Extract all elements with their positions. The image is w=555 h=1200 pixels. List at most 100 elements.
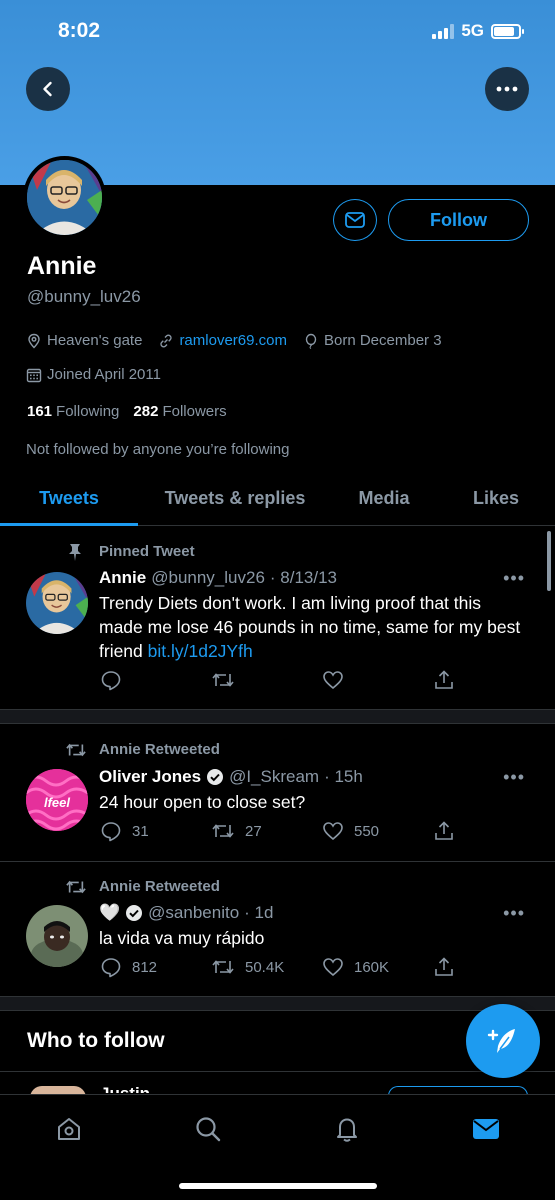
tweet-retweet-2[interactable]: Annie Retweeted 🤍 @sanbenito · 1d ••• la… xyxy=(0,862,555,997)
status-indicators: 5G xyxy=(432,21,524,41)
website[interactable]: ramlover69.com xyxy=(158,332,287,349)
reply-button[interactable] xyxy=(100,669,122,691)
tweet-link[interactable]: bit.ly/1d2JYfh xyxy=(148,641,253,661)
retweet-icon xyxy=(212,824,234,838)
follow-button[interactable]: Follow xyxy=(388,199,529,241)
mail-icon xyxy=(473,1119,499,1139)
nav-messages[interactable] xyxy=(466,1109,506,1149)
avatar-text: lfeel xyxy=(44,795,70,810)
tweet-text: Trendy Diets don't work. I am living pro… xyxy=(99,591,529,663)
avatar-photo xyxy=(27,160,102,235)
nav-home[interactable] xyxy=(49,1109,89,1149)
avatar-photo xyxy=(26,572,88,634)
location-text: Heaven's gate xyxy=(47,332,143,349)
nav-search[interactable] xyxy=(188,1109,228,1149)
tweet-context: Annie Retweeted xyxy=(99,878,220,895)
like-button[interactable]: 160K xyxy=(322,956,389,978)
compose-tweet-button[interactable] xyxy=(466,1004,540,1078)
nav-notifications[interactable] xyxy=(327,1109,367,1149)
reply-count: 812 xyxy=(132,958,158,976)
message-button[interactable] xyxy=(333,199,377,241)
tweet-avatar[interactable] xyxy=(26,905,88,967)
tweet-author[interactable]: 🤍 xyxy=(99,903,120,923)
following-count: 161 xyxy=(27,403,53,420)
heart-icon xyxy=(323,822,343,841)
joined: Joined April 2011 xyxy=(26,366,161,383)
more-options-button[interactable] xyxy=(485,67,529,111)
suggested-user-name[interactable]: Justin xyxy=(100,1085,160,1093)
tweet-text: 24 hour open to close set? xyxy=(99,792,306,812)
tab-likes[interactable]: Likes xyxy=(450,470,542,526)
retweet-button[interactable]: 50.4K xyxy=(211,956,284,978)
website-link[interactable]: ramlover69.com xyxy=(179,332,287,349)
reply-button[interactable]: 31 xyxy=(100,820,149,842)
back-button[interactable] xyxy=(26,67,70,111)
profile-avatar[interactable] xyxy=(23,156,106,239)
balloon-icon xyxy=(305,333,317,349)
birthday: Born December 3 xyxy=(303,332,442,349)
joined-text: Joined April 2011 xyxy=(47,366,161,383)
calendar-icon xyxy=(26,368,42,382)
like-button[interactable]: 550 xyxy=(322,820,379,842)
following-link[interactable]: 161 Following xyxy=(27,403,119,420)
share-button[interactable] xyxy=(433,956,455,978)
retweet-icon xyxy=(212,673,234,687)
tweet-time: · 8/13/13 xyxy=(269,568,338,587)
tab-tweets-replies[interactable]: Tweets & replies xyxy=(150,470,320,526)
tweet-header: Annie @bunny_luv26 · 8/13/13 xyxy=(99,568,337,588)
not-followed-text: Not followed by anyone you’re following xyxy=(26,441,290,458)
followers-count: 282 xyxy=(133,403,159,420)
tab-tweets[interactable]: Tweets xyxy=(0,470,138,526)
share-icon xyxy=(435,957,453,976)
tweet-more-icon[interactable]: ••• xyxy=(503,903,525,924)
tweet-author[interactable]: Oliver Jones xyxy=(99,767,201,787)
share-button[interactable] xyxy=(433,820,455,842)
who-to-follow-title: Who to follow xyxy=(27,1029,165,1052)
tweet-actions: 812 50.4K 160K xyxy=(100,956,460,980)
retweet-button[interactable]: 27 xyxy=(211,820,262,842)
tweet-avatar[interactable]: lfeel xyxy=(26,769,88,831)
followers-link[interactable]: 282 Followers xyxy=(133,403,226,420)
avatar-photo xyxy=(26,905,88,967)
reply-button[interactable]: 812 xyxy=(100,956,157,978)
share-button[interactable] xyxy=(433,669,455,691)
reply-icon xyxy=(101,671,121,691)
profile-name: Annie xyxy=(27,252,97,280)
compose-feather-icon xyxy=(487,1029,515,1053)
follow-stats: 161 Following 282 Followers xyxy=(27,403,227,420)
joined-row: Joined April 2011 xyxy=(26,366,161,383)
tweet-more-icon[interactable]: ••• xyxy=(503,568,525,589)
tweet-handle: @bunny_luv26 xyxy=(151,568,265,587)
tweet-handle: @sanbenito xyxy=(148,903,240,922)
retweet-icon xyxy=(212,960,234,974)
tweet-time: · 1d xyxy=(244,903,274,922)
tweet-avatar[interactable] xyxy=(26,572,88,634)
share-icon xyxy=(435,821,453,840)
tweet-retweet-1[interactable]: Annie Retweeted lfeel Oliver Jones @I_Sk… xyxy=(0,725,555,862)
verified-badge-icon xyxy=(126,905,143,921)
tweet-handle: @I_Skream xyxy=(229,767,320,786)
search-icon xyxy=(196,1117,221,1142)
tweet-pinned[interactable]: Pinned Tweet Annie @bunny_luv26 · 8/13/1… xyxy=(0,527,555,710)
retweet-count: 27 xyxy=(245,822,262,840)
share-icon xyxy=(435,670,453,689)
like-button[interactable] xyxy=(322,669,344,691)
profile-tabs: Tweets Tweets & replies Media Likes xyxy=(0,470,555,526)
birthday-text: Born December 3 xyxy=(323,332,442,349)
tweet-time: · 15h xyxy=(324,767,363,786)
followers-label: Followers xyxy=(162,403,227,420)
battery-icon xyxy=(491,23,524,39)
tab-media[interactable]: Media xyxy=(338,470,430,526)
reply-icon xyxy=(101,958,121,978)
tweet-context: Pinned Tweet xyxy=(99,543,195,560)
tweet-author[interactable]: Annie xyxy=(99,568,146,588)
home-indicator[interactable] xyxy=(179,1183,377,1189)
tweet-actions: 31 27 550 xyxy=(100,820,460,844)
retweet-button[interactable] xyxy=(211,669,235,691)
profile-meta-row: Heaven's gate ramlover69.com Born Decemb… xyxy=(26,332,442,349)
battery-fill xyxy=(494,26,515,36)
tweet-more-icon[interactable]: ••• xyxy=(503,767,525,788)
chevron-left-icon xyxy=(43,81,52,97)
mail-icon xyxy=(345,212,365,228)
location-pin-icon xyxy=(28,333,40,348)
